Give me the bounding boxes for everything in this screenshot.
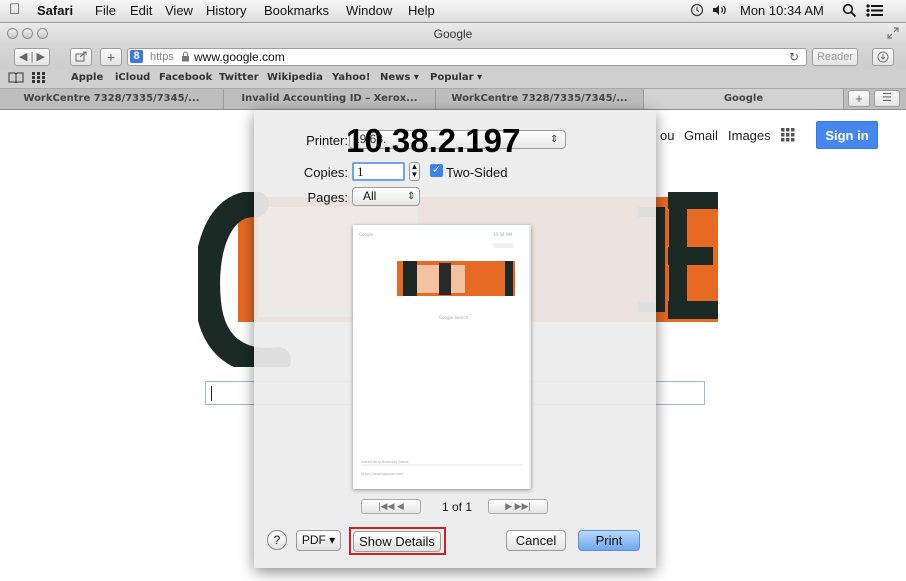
share-button[interactable] — [70, 48, 92, 66]
svg-text:https://www.google.com: https://www.google.com — [361, 472, 404, 476]
back-forward-buttons[interactable]: ◀ | ▶ — [14, 48, 50, 66]
top-sites-grid-icon[interactable] — [32, 72, 46, 86]
add-bookmark-button[interactable]: + — [100, 48, 122, 66]
copies-label: Copies: — [303, 165, 348, 180]
favorite-popular[interactable]: Popular ▾ — [430, 72, 482, 83]
menu-bookmarks[interactable]: Bookmarks — [264, 3, 329, 18]
window-title: Google — [433, 27, 473, 41]
google-favicon-icon: 8 — [130, 50, 143, 63]
show-details-button[interactable]: Show Details — [353, 531, 441, 552]
tab-overview-icon[interactable]: ☰ — [874, 90, 900, 107]
two-sided-checkbox[interactable]: ✓ — [430, 164, 443, 177]
menu-file[interactable]: File — [95, 3, 116, 18]
pages-value: All — [363, 189, 377, 203]
preview-thumbnail: Google 10:34 AM Google Search Advertisin… — [359, 225, 531, 489]
bookmarks-book-icon[interactable] — [8, 71, 24, 86]
google-apps-grid-icon[interactable] — [781, 128, 795, 145]
page-indicator: 1 of 1 — [442, 500, 473, 514]
text-cursor — [211, 386, 212, 401]
pages-select[interactable]: All ⇕ — [352, 187, 420, 206]
lock-icon — [181, 51, 190, 65]
pdf-menu-button[interactable]: PDF ▾ — [296, 530, 341, 551]
tab-workcentre-2[interactable]: WorkCentre 7328/7335/7345/... — [436, 89, 644, 109]
favorite-facebook[interactable]: Facebook — [159, 72, 212, 83]
menu-edit[interactable]: Edit — [130, 3, 152, 18]
select-arrows-icon: ⇕ — [550, 134, 559, 145]
select-arrows-icon: ⇕ — [407, 191, 416, 202]
url-scheme: https — [150, 51, 174, 63]
downloads-button[interactable] — [872, 48, 894, 66]
svg-text:Google: Google — [359, 232, 374, 237]
window-titlebar: Google — [0, 23, 906, 45]
tab-workcentre-1[interactable]: WorkCentre 7328/7335/7345/... — [0, 89, 224, 109]
favorite-icloud[interactable]: iCloud — [115, 72, 150, 83]
fullscreen-icon[interactable] — [887, 27, 899, 42]
url-text: www.google.com — [194, 50, 285, 64]
menu-view[interactable]: View — [165, 3, 193, 18]
favorite-wikipedia[interactable]: Wikipedia — [267, 72, 323, 83]
help-button[interactable]: ? — [267, 530, 287, 550]
favorite-twitter[interactable]: Twitter — [219, 72, 259, 83]
tab-bar: WorkCentre 7328/7335/7345/... Invalid Ac… — [0, 89, 906, 110]
tab-invalid-accounting[interactable]: Invalid Accounting ID – Xerox... — [224, 89, 436, 109]
new-tab-button[interactable]: + — [848, 90, 870, 107]
reader-button[interactable]: Reader — [812, 48, 858, 66]
safari-toolbar: ◀ | ▶ + 8 https www.google.com ↻ Reader — [0, 45, 906, 69]
svg-text:Advertising Business About: Advertising Business About — [361, 460, 409, 464]
google-gmail-link[interactable]: Gmail — [684, 128, 718, 143]
google-images-link[interactable]: Images — [728, 128, 771, 143]
favorites-bar: Apple iCloud Facebook Twitter Wikipedia … — [0, 69, 906, 89]
first-prev-page-buttons[interactable]: |◀◀ ◀ — [361, 499, 421, 514]
print-button[interactable]: Print — [578, 530, 640, 551]
favorite-yahoo[interactable]: Yahoo! — [332, 72, 371, 83]
menubar-clock[interactable]: Mon 10:34 AM — [740, 3, 824, 18]
cancel-button[interactable]: Cancel — [506, 530, 566, 551]
google-you-link[interactable]: ou — [660, 128, 674, 143]
two-sided-label[interactable]: Two-Sided — [446, 165, 507, 180]
copies-value: 1 — [357, 164, 364, 179]
copies-stepper[interactable]: ▲ ▼ — [409, 162, 420, 181]
next-last-page-buttons[interactable]: ▶ ▶▶| — [488, 499, 548, 514]
print-preview-page: Google 10:34 AM Google Search Advertisin… — [353, 225, 531, 489]
svg-text:Google Search: Google Search — [439, 315, 469, 320]
address-bar[interactable]: 8 https www.google.com ↻ — [127, 48, 807, 66]
copies-field[interactable]: 1 — [352, 162, 405, 181]
os-menubar:  Safari File Edit View History Bookmark… — [0, 0, 906, 23]
menu-help[interactable]: Help — [408, 3, 435, 18]
spotlight-search-icon[interactable] — [842, 3, 857, 21]
menu-window[interactable]: Window — [346, 3, 392, 18]
pages-label: Pages: — [307, 190, 348, 205]
notification-center-icon[interactable] — [866, 3, 884, 21]
svg-text:10:34 AM: 10:34 AM — [493, 232, 513, 237]
apple-menu-icon[interactable]:  — [9, 1, 20, 18]
printer-ip-overlay: 10.38.2.197 — [346, 122, 521, 159]
reload-icon[interactable]: ↻ — [789, 50, 799, 64]
favorite-news[interactable]: News ▾ — [380, 72, 419, 83]
time-machine-icon[interactable] — [690, 3, 704, 20]
menu-history[interactable]: History — [206, 3, 246, 18]
menu-app-safari[interactable]: Safari — [37, 3, 73, 18]
volume-icon[interactable] — [711, 3, 727, 20]
google-sign-in-button[interactable]: Sign in — [816, 121, 878, 149]
printer-label: Printer: — [306, 133, 348, 148]
tab-google[interactable]: Google — [644, 89, 844, 109]
print-dialog: Printer: 19 68. ⇕ 10.38.2.197 Copies: 1 … — [254, 110, 656, 568]
favorite-apple[interactable]: Apple — [71, 72, 103, 83]
